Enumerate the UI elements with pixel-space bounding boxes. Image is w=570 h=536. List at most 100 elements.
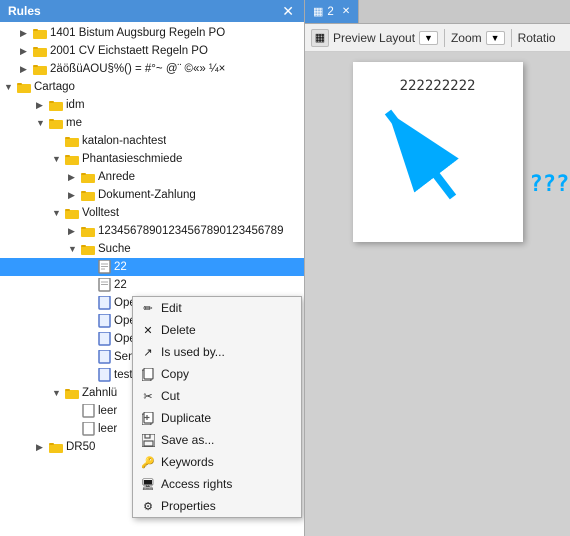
tree-item-label: Volltest bbox=[82, 207, 119, 219]
context-menu-cut[interactable]: ✂ Cut bbox=[133, 385, 301, 407]
expand-arrow bbox=[4, 82, 16, 92]
scissors-icon: ✂ bbox=[141, 389, 155, 403]
preview-text: 222222222 bbox=[369, 78, 507, 94]
tree-item-special[interactable]: 2äößüÄÖÜ§%() = #°~ @¨ ©«» ¼× bbox=[0, 60, 304, 78]
tree-item-longname[interactable]: 12345678901234567890123456789 bbox=[0, 222, 304, 240]
tree-item-22a[interactable]: 22 bbox=[0, 258, 304, 276]
save-icon bbox=[141, 433, 155, 447]
folder-icon bbox=[32, 43, 48, 59]
context-menu-duplicate[interactable]: Duplicate bbox=[133, 407, 301, 429]
menu-item-label: Save as... bbox=[161, 433, 214, 447]
separator bbox=[444, 29, 445, 47]
folder-icon bbox=[48, 115, 64, 131]
expand-arrow bbox=[52, 388, 64, 398]
expand-arrow bbox=[20, 64, 32, 75]
tree-item-label: idm bbox=[66, 99, 85, 111]
zoom-label: Zoom bbox=[451, 31, 482, 45]
expand-arrow bbox=[36, 118, 48, 128]
preview-area: 222222222 ???? bbox=[305, 52, 570, 536]
folder-icon bbox=[48, 439, 64, 455]
tree-item-idm[interactable]: idm bbox=[0, 96, 304, 114]
tree-item-label: 22 bbox=[114, 261, 127, 273]
file-icon bbox=[96, 313, 112, 329]
context-menu: ✏ Edit ✕ Delete ↗ Is used by... Copy ✂ C… bbox=[132, 296, 302, 518]
file-icon bbox=[96, 277, 112, 293]
folder-icon bbox=[80, 223, 96, 239]
folder-icon bbox=[48, 97, 64, 113]
menu-item-label: Duplicate bbox=[161, 411, 211, 425]
context-menu-isusedby[interactable]: ↗ Is used by... bbox=[133, 341, 301, 363]
file-icon bbox=[96, 259, 112, 275]
expand-arrow bbox=[36, 442, 48, 453]
menu-item-label: Is used by... bbox=[161, 345, 225, 359]
context-menu-properties[interactable]: ⚙ Properties bbox=[133, 495, 301, 517]
menu-item-label: Edit bbox=[161, 301, 182, 315]
gear-icon: ⚙ bbox=[141, 499, 155, 513]
tree-item-label: katalon-nachtest bbox=[82, 135, 166, 147]
tree-item-me[interactable]: me bbox=[0, 114, 304, 132]
right-panel: ▦ 2 ✕ ▦ Preview Layout ▼ Zoom ▼ Rotatio … bbox=[305, 0, 570, 536]
x-icon: ✕ bbox=[141, 323, 155, 337]
key-icon: 🔑 bbox=[141, 455, 155, 469]
file-icon bbox=[80, 421, 96, 437]
tree-item-cartago[interactable]: Cartago bbox=[0, 78, 304, 96]
context-menu-keywords[interactable]: 🔑 Keywords bbox=[133, 451, 301, 473]
tree-item-dokument[interactable]: Dokument-Zahlung bbox=[0, 186, 304, 204]
grid-icon: ▦ bbox=[313, 5, 323, 18]
panel-close-button[interactable]: ✕ bbox=[280, 3, 296, 20]
folder-icon bbox=[80, 187, 96, 203]
tree-item-label: leer bbox=[98, 423, 117, 435]
pencil-icon: ✏ bbox=[141, 301, 155, 315]
context-menu-edit[interactable]: ✏ Edit bbox=[133, 297, 301, 319]
context-menu-delete[interactable]: ✕ Delete bbox=[133, 319, 301, 341]
tree-item-1401[interactable]: 1401 Bistum Augsburg Regeln PO bbox=[0, 24, 304, 42]
tree-item-label: me bbox=[66, 117, 82, 129]
file-icon bbox=[80, 403, 96, 419]
tree-item-label: 2001 CV Eichstaett Regeln PO bbox=[50, 45, 208, 57]
question-marks: ???? bbox=[530, 172, 570, 197]
folder-icon bbox=[64, 205, 80, 221]
tree-item-2001[interactable]: 2001 CV Eichstaett Regeln PO bbox=[0, 42, 304, 60]
tab-close-button[interactable]: ✕ bbox=[342, 6, 350, 17]
tree-item-volltest[interactable]: Volltest bbox=[0, 204, 304, 222]
tree-item-label: 12345678901234567890123456789 bbox=[98, 225, 283, 237]
layout-dropdown[interactable]: ▼ bbox=[419, 31, 438, 45]
toolbar: ▦ Preview Layout ▼ Zoom ▼ Rotatio bbox=[305, 24, 570, 52]
folder-icon bbox=[64, 151, 80, 167]
preview-tab[interactable]: ▦ 2 ✕ bbox=[305, 0, 359, 23]
folder-icon bbox=[64, 133, 80, 149]
tree-item-22b[interactable]: 22 bbox=[0, 276, 304, 294]
tree-item-anrede[interactable]: Anrede bbox=[0, 168, 304, 186]
folder-icon bbox=[16, 79, 32, 95]
expand-arrow bbox=[52, 208, 64, 218]
preview-arrow-icon bbox=[373, 102, 463, 202]
menu-item-label: Properties bbox=[161, 499, 216, 513]
folder-icon bbox=[64, 385, 80, 401]
tab-bar: ▦ 2 ✕ bbox=[305, 0, 570, 24]
expand-arrow bbox=[68, 190, 80, 201]
tree-item-phantasie[interactable]: Phantasieschmiede bbox=[0, 150, 304, 168]
folder-icon bbox=[32, 61, 48, 77]
expand-arrow bbox=[52, 154, 64, 164]
tree-item-suche[interactable]: Suche bbox=[0, 240, 304, 258]
layout-label: Preview Layout bbox=[333, 31, 415, 45]
separator2 bbox=[511, 29, 512, 47]
context-menu-copy[interactable]: Copy bbox=[133, 363, 301, 385]
tree-item-katalon[interactable]: katalon-nachtest bbox=[0, 132, 304, 150]
folder-icon bbox=[32, 25, 48, 41]
tree-item-label: Cartago bbox=[34, 81, 75, 93]
context-menu-saveas[interactable]: Save as... bbox=[133, 429, 301, 451]
tree-item-label: leer bbox=[98, 405, 117, 417]
panel-header: Rules ✕ bbox=[0, 0, 304, 22]
rules-panel: Rules ✕ 1401 Bistum Augsburg Regeln PO 2… bbox=[0, 0, 305, 536]
layout-icon-button[interactable]: ▦ bbox=[311, 29, 329, 47]
tree-item-label: Zahnlü bbox=[82, 387, 117, 399]
context-menu-accessrights[interactable]: 🖥 Access rights bbox=[133, 473, 301, 495]
menu-item-label: Keywords bbox=[161, 455, 214, 469]
tree-item-label: Phantasieschmiede bbox=[82, 153, 182, 165]
zoom-dropdown[interactable]: ▼ bbox=[486, 31, 505, 45]
duplicate-icon bbox=[141, 411, 155, 425]
expand-arrow bbox=[36, 100, 48, 111]
tree-item-label: Suche bbox=[98, 243, 131, 255]
menu-item-label: Cut bbox=[161, 389, 180, 403]
